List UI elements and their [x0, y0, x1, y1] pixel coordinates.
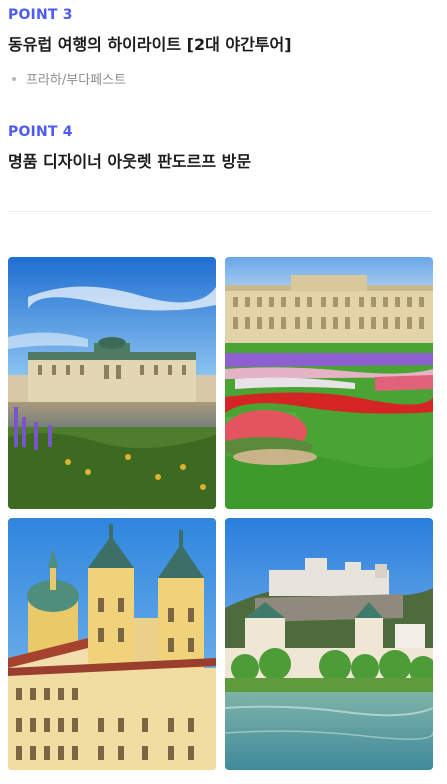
- section-divider: [8, 211, 433, 212]
- bullet-icon: [12, 76, 16, 81]
- point-4-section: POINT 4 명품 디자이너 아웃렛 판도르프 방문: [8, 124, 251, 172]
- salzburg-fortress-photo[interactable]: [225, 518, 433, 770]
- photo-gallery: [8, 257, 433, 771]
- point-label: POINT 3: [8, 7, 73, 23]
- belvedere-palace-photo[interactable]: [8, 257, 216, 509]
- point-3-section: POINT 3 동유럽 여행의 하이라이트 [2대 야간투어] 프라하/부다페스…: [8, 7, 292, 88]
- point-title: 명품 디자이너 아웃렛 판도르프 방문: [8, 152, 252, 171]
- schonbrunn-garden-photo[interactable]: [225, 257, 433, 509]
- point-subitem: 프라하/부다페스트: [8, 69, 292, 88]
- melk-abbey-photo[interactable]: [8, 518, 216, 770]
- point-subitem-text: 프라하/부다페스트: [26, 73, 127, 88]
- point-label: POINT 4: [8, 124, 73, 140]
- point-title: 동유럽 여행의 하이라이트 [2대 야간투어]: [8, 35, 292, 54]
